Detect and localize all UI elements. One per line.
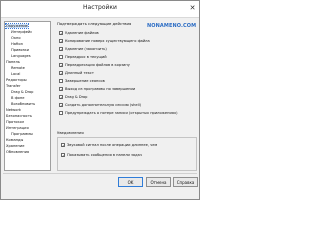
checkbox[interactable]: ✓ <box>59 39 63 44</box>
tree-item-network[interactable]: Network <box>6 108 21 112</box>
confirm-option-label: Переадрос в текущий <box>65 55 107 59</box>
tree-item-panel[interactable]: Панель <box>6 60 20 64</box>
tree-item-integration[interactable]: Интеграция <box>6 126 29 130</box>
tree-item-protocol[interactable]: Протокол <box>6 120 24 124</box>
divider <box>3 173 197 174</box>
notifications-header: Уведомления <box>57 130 84 135</box>
checkbox[interactable] <box>59 79 63 83</box>
tree-item-remote[interactable]: Remote <box>11 66 25 70</box>
confirm-option-label: Переадресация файлов в корзину <box>65 63 130 67</box>
checkbox[interactable]: ✓ <box>59 103 63 108</box>
tree-item-storage[interactable]: Хранение <box>6 144 24 148</box>
checkbox[interactable]: ✓ <box>59 31 63 36</box>
tree-item-programs[interactable]: Программы <box>11 132 33 136</box>
cancel-button[interactable]: Отмена <box>146 177 171 187</box>
tree-item-bindings[interactable]: Привязки <box>11 48 29 52</box>
tree-item-drag-drop[interactable]: Drag & Drop <box>11 90 33 94</box>
confirm-option-label: Удаление (закончить) <box>65 47 107 51</box>
checkbox[interactable]: ✓ <box>59 63 63 68</box>
tree-item-background[interactable]: В фоне <box>11 96 24 100</box>
checkbox[interactable]: ✓ <box>61 153 65 158</box>
tree-item-environment[interactable]: Окружение <box>5 23 29 29</box>
checkbox[interactable]: ✓ <box>61 143 65 148</box>
settings-tree[interactable]: Окружение Интерфейс Окно Hafton Привязки… <box>4 21 51 171</box>
confirm-option-label: Выход из программы по завершении <box>65 87 136 91</box>
checkbox[interactable]: ✓ <box>59 47 63 52</box>
title-bar: Настройки ✕ <box>1 1 199 18</box>
confirm-option-label: Копирование поверх существующего файла <box>65 39 150 43</box>
help-button[interactable]: Справка <box>173 177 198 187</box>
checkbox[interactable] <box>59 55 63 59</box>
watermark: NONAMENO.COM <box>147 23 197 29</box>
notification-option-label: Показывать сообщения в панели задач <box>67 153 142 157</box>
confirm-option-label: Drag & Drop <box>65 95 88 99</box>
confirm-option-label: Предупреждать о потере записи (открытых … <box>65 111 178 115</box>
notification-option-label: Звуковой сигнал после операции длиннее, … <box>67 143 158 147</box>
checkbox[interactable]: ✓ <box>59 95 63 100</box>
tree-item-interface[interactable]: Интерфейс <box>11 30 32 34</box>
confirmations-header: Подтверждать следующие действия <box>57 21 132 26</box>
ok-button[interactable]: OK <box>118 177 143 187</box>
tree-item-resume[interactable]: Возобновить <box>11 102 35 106</box>
confirm-option-label: Удаление файлов <box>65 31 99 35</box>
tree-item-editors[interactable]: Редакторы <box>6 78 27 82</box>
tree-item-local[interactable]: Local <box>11 72 20 76</box>
settings-window: Настройки ✕ NONAMENO.COM Окружение Интер… <box>0 0 200 200</box>
window-title: Настройки <box>83 4 117 11</box>
confirm-option-label: Длинный текст <box>65 71 94 75</box>
tree-item-commands[interactable]: Команды <box>6 138 23 142</box>
checkbox[interactable]: ✓ <box>59 87 63 92</box>
confirm-option-label: Завершение сеансов <box>65 79 105 83</box>
tree-item-updates[interactable]: Обновления <box>6 150 29 154</box>
tree-item-hafton[interactable]: Hafton <box>11 42 23 46</box>
tree-item-window[interactable]: Окно <box>11 36 21 40</box>
tree-item-security[interactable]: Безопасность <box>6 114 32 118</box>
checkbox[interactable] <box>59 111 63 115</box>
tree-item-transfer[interactable]: Transfer <box>6 84 20 88</box>
confirm-option-label: Создать дополнительную сессию (shell) <box>65 103 142 107</box>
tree-item-languages[interactable]: Languages <box>11 54 31 58</box>
close-icon[interactable]: ✕ <box>188 4 197 13</box>
checkbox[interactable]: ✓ <box>59 71 63 76</box>
